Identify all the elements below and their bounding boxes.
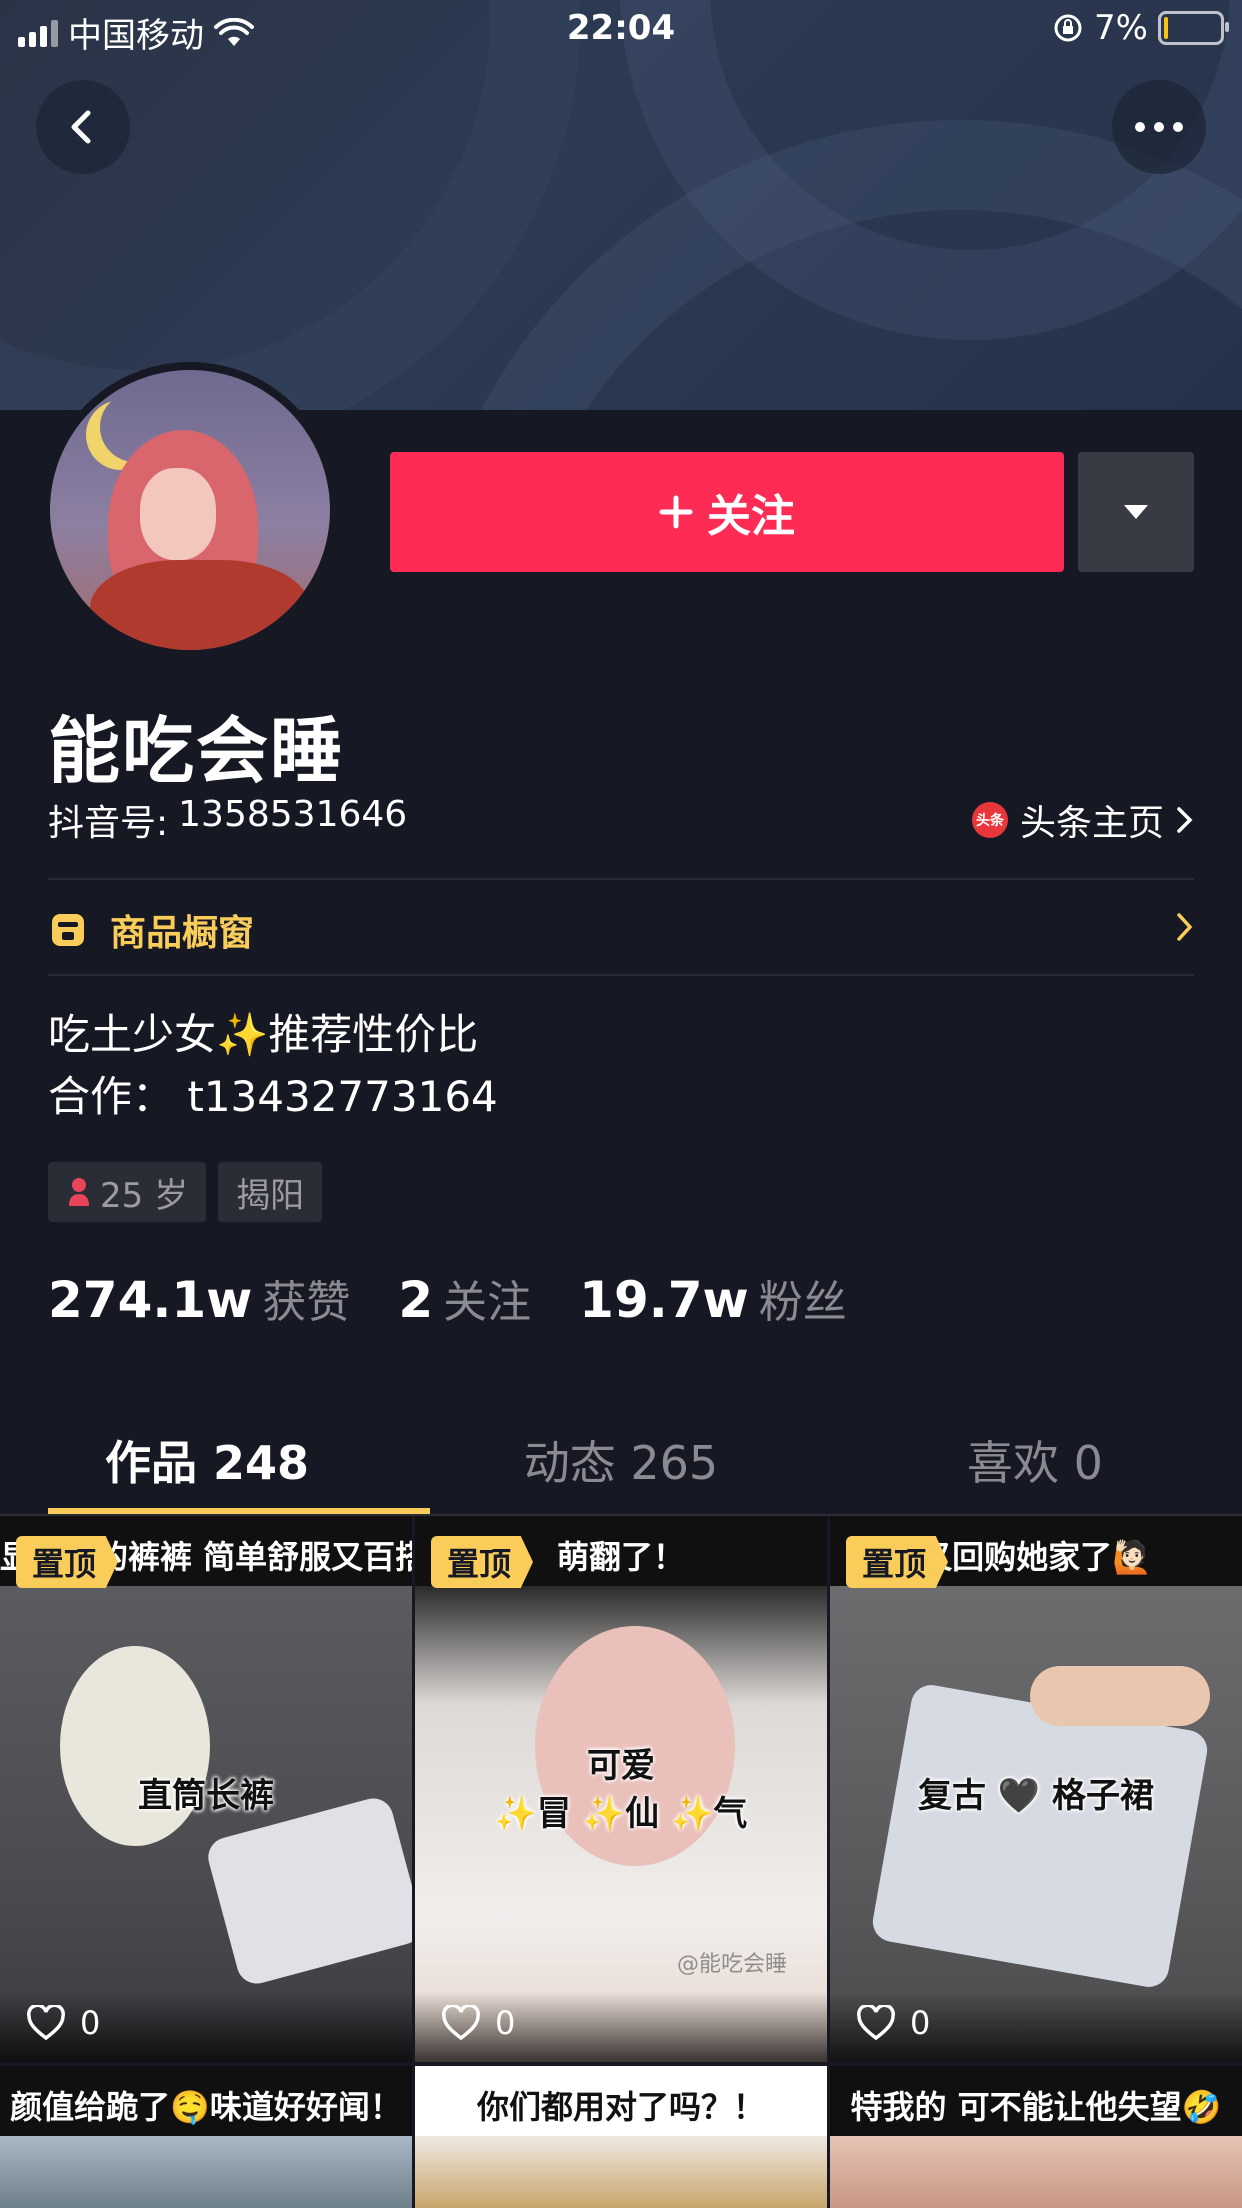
- toutiao-label: 头条主页: [1019, 803, 1164, 844]
- status-right: 7%: [1052, 8, 1229, 48]
- avatar-face: [140, 468, 216, 560]
- video-overlay-text: 可爱: [587, 1746, 655, 1786]
- video-thumbnail: [0, 2136, 412, 2208]
- rotation-lock-icon: [1054, 14, 1082, 42]
- video-thumbnail: [415, 2136, 827, 2208]
- profile-tags: 25 岁 揭阳: [48, 1162, 323, 1222]
- tab-dynamics[interactable]: 动态 265: [414, 1406, 828, 1514]
- video-card[interactable]: 特我的 可不能让他失望🤣: [830, 2066, 1242, 2208]
- back-button[interactable]: [36, 80, 130, 174]
- status-bar: 中国移动 22:04 7%: [0, 0, 1242, 60]
- bio-line: 吃土少女✨推荐性价比: [48, 1010, 479, 1059]
- fans-count: 19.7w: [579, 1271, 749, 1329]
- content-tabs: 作品 248 动态 265 喜欢 0: [0, 1406, 1242, 1514]
- recommend-dropdown-button[interactable]: [1078, 452, 1194, 572]
- battery-icon: [1158, 11, 1229, 45]
- douyin-id: 抖音号: 1358531646: [48, 794, 407, 846]
- back-icon: [71, 110, 91, 144]
- video-overlay-text: 复古 🖤 格子裙: [917, 1776, 1154, 1816]
- profile-stats: 274.1w 获赞 2 关注 19.7w 粉丝: [48, 1266, 847, 1330]
- video-caption: 特我的 可不能让他失望🤣: [850, 2088, 1222, 2126]
- follow-button[interactable]: 关注: [390, 452, 1064, 572]
- following-label: 关注: [443, 1277, 532, 1328]
- follow-label: 关注: [707, 491, 795, 542]
- video-caption: 你们都用对了吗？！: [476, 2088, 765, 2126]
- location-tag: 揭阳: [218, 1162, 323, 1222]
- avatar[interactable]: [42, 362, 338, 658]
- banner-decoration: [0, 0, 580, 410]
- like-count: 0: [910, 2004, 931, 2042]
- shop-label: 商品橱窗: [110, 913, 255, 954]
- likes-count: 274.1w: [48, 1271, 253, 1329]
- avatar-image: [50, 370, 330, 650]
- product-showcase-row[interactable]: 商品橱窗: [48, 882, 1194, 978]
- heart-icon: [27, 2005, 65, 2041]
- plus-icon: [659, 495, 693, 529]
- video-card[interactable]: 萌翻了！ 置顶 可爱 ✨冒 ✨仙 ✨气 @能吃会睡 0: [415, 1516, 827, 2062]
- tab-works[interactable]: 作品 248: [0, 1406, 414, 1514]
- video-card[interactable]: 显腿长的裤裤 简单舒服又百搭 置顶 直筒长裤 0: [0, 1516, 412, 2062]
- chevron-right-icon: [1177, 913, 1193, 941]
- video-thumbnail: [830, 1586, 1242, 2062]
- package: [203, 1793, 412, 1989]
- fans-stat[interactable]: 19.7w 粉丝: [579, 1266, 847, 1330]
- video-thumbnail: [830, 2136, 1242, 2208]
- fans-label: 粉丝: [758, 1277, 847, 1328]
- video-card[interactable]: 颜值给跪了🤤味道好好闻！: [0, 2066, 412, 2208]
- likes-stat: 274.1w 获赞: [48, 1266, 350, 1330]
- video-card[interactable]: 又回购她家了🙋🏻 置顶 复古 🖤 格子裙 0: [830, 1516, 1242, 2062]
- video-likes: 0: [856, 2004, 930, 2042]
- following-stat[interactable]: 2 关注: [398, 1266, 531, 1330]
- video-watermark: @能吃会睡: [676, 1952, 787, 1977]
- toutiao-icon: 头条: [971, 802, 1008, 838]
- avatar-coat: [90, 560, 310, 650]
- pinned-badge: 置顶: [16, 1536, 119, 1588]
- video-overlay-text: ✨冒 ✨仙 ✨气: [494, 1794, 748, 1834]
- package: [869, 1681, 1211, 1991]
- profile-name: 能吃会睡: [48, 709, 345, 793]
- shop-icon: [52, 914, 84, 946]
- video-card[interactable]: 你们都用对了吗？！: [415, 2066, 827, 2208]
- hand: [1030, 1666, 1210, 1726]
- toutiao-link[interactable]: 头条 头条主页: [971, 794, 1194, 846]
- likes-label: 获赞: [262, 1277, 351, 1328]
- age-tag: 25 岁: [48, 1162, 207, 1222]
- douyin-id-label: 抖音号:: [48, 803, 169, 844]
- divider: [48, 878, 1194, 880]
- female-icon: [69, 1178, 89, 1206]
- divider: [48, 974, 1194, 976]
- like-count: 0: [495, 2004, 516, 2042]
- pinned-badge: 置顶: [431, 1536, 534, 1588]
- location-label: 揭阳: [236, 1175, 305, 1216]
- heart-icon: [857, 2005, 895, 2041]
- pinned-badge: 置顶: [846, 1536, 949, 1588]
- bio: 吃土少女✨推荐性价比 合作： t13432773164: [48, 1004, 498, 1128]
- battery-percent: 7%: [1094, 8, 1148, 48]
- tab-likes[interactable]: 喜欢 0: [828, 1406, 1242, 1514]
- video-likes: 0: [26, 2004, 100, 2042]
- caret-down-icon: [1124, 505, 1148, 519]
- more-button[interactable]: [1112, 80, 1206, 174]
- heart-icon: [442, 2005, 480, 2041]
- following-count: 2: [398, 1271, 434, 1329]
- douyin-id-value: 1358531646: [178, 794, 408, 835]
- video-thumbnail: [0, 1586, 412, 2062]
- age-label: 25 岁: [100, 1175, 189, 1216]
- more-icon: [1135, 122, 1183, 132]
- like-count: 0: [80, 2004, 101, 2042]
- chevron-right-icon: [1177, 807, 1193, 833]
- bio-line: 合作： t13432773164: [48, 1072, 498, 1121]
- video-caption: 颜值给跪了🤤味道好好闻！: [10, 2088, 402, 2126]
- profile-banner: [0, 0, 1242, 410]
- video-likes: 0: [441, 2004, 515, 2042]
- video-overlay-text: 直筒长裤: [138, 1776, 274, 1816]
